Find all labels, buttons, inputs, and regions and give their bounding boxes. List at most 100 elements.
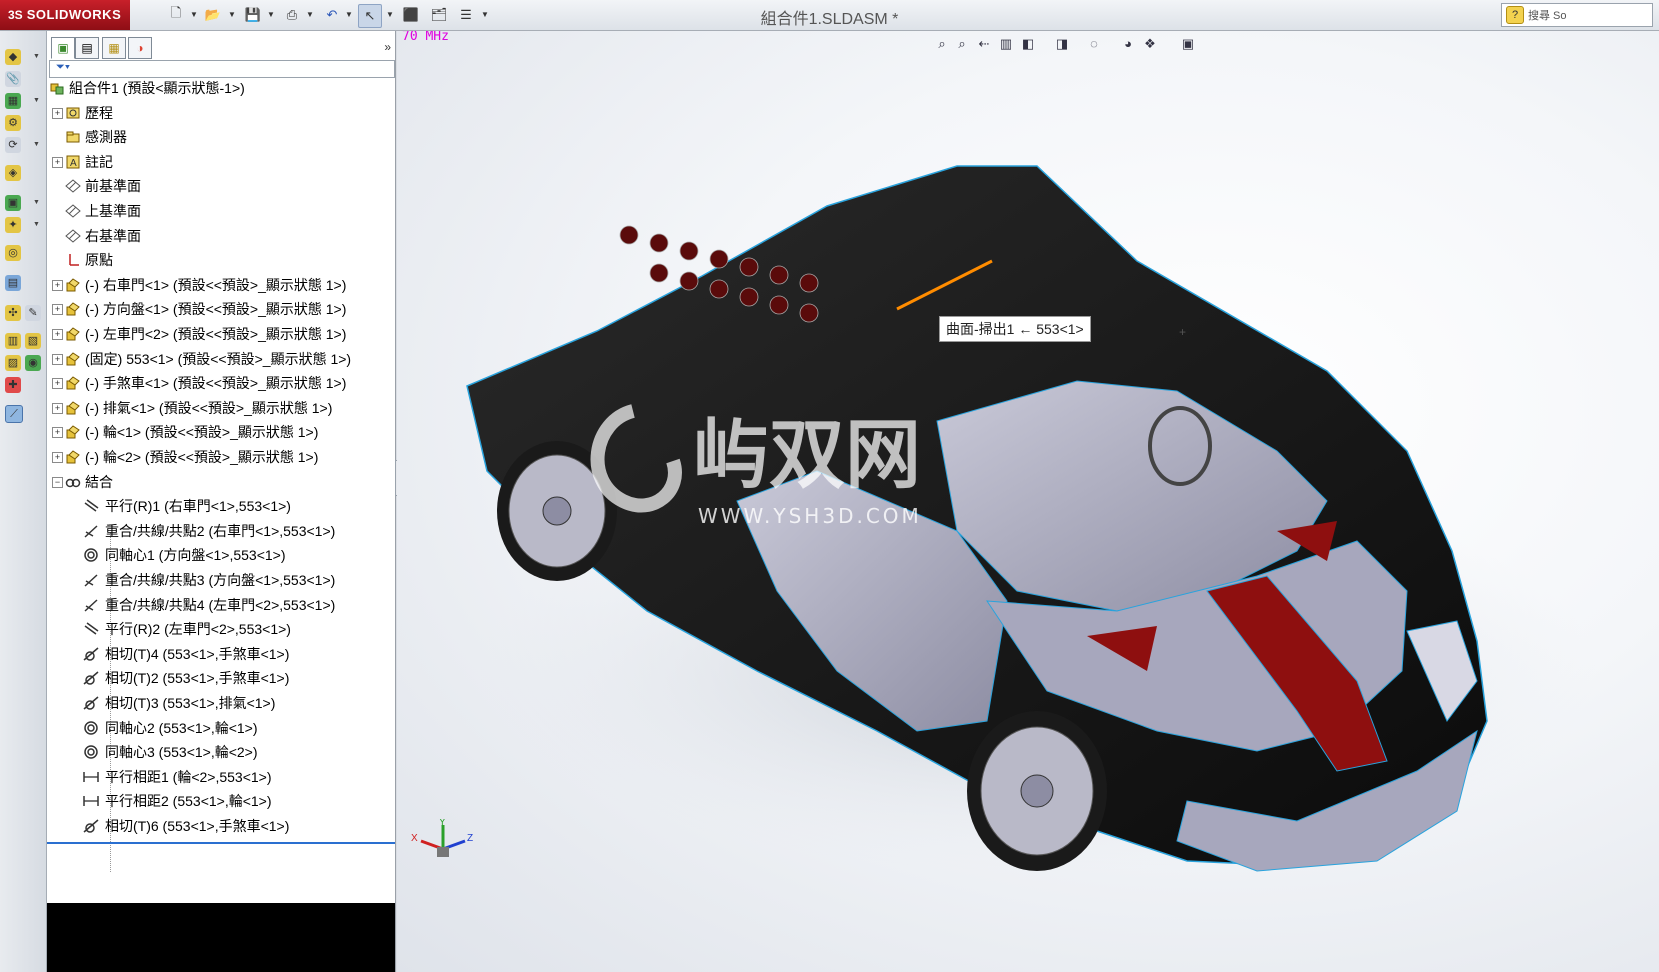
tree-item-label: 結合 xyxy=(85,473,113,490)
hole-alignment-icon[interactable]: ▨ xyxy=(5,355,21,371)
bill-of-materials-icon[interactable]: ▤ xyxy=(5,275,21,291)
tab-property-manager[interactable]: ▤ xyxy=(75,37,99,59)
tab-display-manager[interactable]: ◑ xyxy=(128,37,152,59)
instant3d-icon[interactable]: ◉ xyxy=(25,355,41,371)
open-button[interactable]: 📂 xyxy=(202,4,224,26)
large-assembly-mode-icon[interactable]: ✚ xyxy=(5,377,21,393)
solidworks-logo[interactable]: 3S SOLIDWORKS xyxy=(0,0,130,30)
explode-line-sketch-icon[interactable]: ✎ xyxy=(25,305,41,321)
distance-mate-icon xyxy=(83,793,99,809)
tree-filter-input[interactable]: ⏷▾ xyxy=(49,60,395,78)
chevron-down-icon[interactable]: ▼ xyxy=(33,221,40,228)
chevron-down-icon[interactable]: ▼ xyxy=(190,10,198,19)
collapse-panel-icon[interactable]: » xyxy=(384,40,391,54)
search-input[interactable]: ? 搜尋 So xyxy=(1501,3,1653,27)
part-icon xyxy=(65,301,81,317)
undo-button[interactable]: ↶ xyxy=(321,4,343,26)
clearance-verification-icon[interactable]: ▧ xyxy=(25,333,41,349)
parallel-mate-icon xyxy=(83,621,99,637)
file-properties-button[interactable]: 🗂 xyxy=(428,4,450,26)
expand-toggle-icon[interactable]: + xyxy=(52,107,63,119)
filter-icon: ⏷▾ xyxy=(56,61,71,73)
tree-item-label: 前基準面 xyxy=(85,178,141,195)
part-icon xyxy=(65,375,81,391)
expand-toggle-icon[interactable]: + xyxy=(52,329,63,340)
tree-item-label: 感測器 xyxy=(85,129,127,146)
expand-toggle-icon[interactable]: + xyxy=(52,156,63,168)
mate-item-label: 平行相距2 (553<1>,輪<1>) xyxy=(105,793,272,810)
interference-detection-icon[interactable]: ▥ xyxy=(5,333,21,349)
tangent-mate-icon xyxy=(83,818,99,834)
car-model[interactable] xyxy=(397,31,1659,972)
mate-icon[interactable]: 📎 xyxy=(5,71,21,87)
show-hidden-icon[interactable]: ◈ xyxy=(5,165,21,181)
chevron-down-icon[interactable]: ▼ xyxy=(267,10,275,19)
smart-fasteners-icon[interactable]: ⚙ xyxy=(5,115,21,131)
new-doc-icon: 🗋 xyxy=(170,5,182,20)
origin-icon xyxy=(65,252,81,268)
mates-icon xyxy=(65,474,81,490)
rebuild-icon: ⬛ xyxy=(402,7,420,22)
select-button[interactable]: ↖ xyxy=(358,4,382,28)
distance-mate-icon xyxy=(83,769,99,785)
options-icon: ☰ xyxy=(460,7,472,22)
print-button[interactable]: ⎙ xyxy=(281,4,303,26)
expand-toggle-icon[interactable]: + xyxy=(52,304,63,316)
history-icon xyxy=(65,105,81,121)
tab-feature-manager[interactable]: ▣ xyxy=(51,37,75,59)
feature-manager-panel: ▣ ▤ ▦ ◑ » ⏷▾ 組合件1 (預設<顯示狀態-1>) + 歷程 感測器 + A 註… xyxy=(47,31,396,972)
chevron-down-icon[interactable]: ▼ xyxy=(306,10,314,19)
tangent-mate-icon xyxy=(83,695,99,711)
expand-toggle-icon[interactable]: + xyxy=(52,353,63,365)
collapse-toggle-icon[interactable]: − xyxy=(52,476,63,488)
panel-tabs: ▣ ▤ ▦ ◑ » xyxy=(47,35,395,59)
ds-logo-icon: 3S xyxy=(8,8,23,22)
tree-item-label: (-) 輪<1> (預設<<預設>_顯示狀態 1>) xyxy=(85,424,319,441)
insert-components-icon[interactable]: ◆ xyxy=(5,49,21,65)
expand-toggle-icon[interactable]: + xyxy=(52,452,63,463)
graphics-viewport[interactable]: 70 MHz ⌕ ⌕ ⇠ ▥ ◧ ◨ ◌ ◕ ❖ ▣ 屿双网 WWW.YSH3D… xyxy=(397,31,1659,972)
linear-pattern-icon[interactable]: ▦ xyxy=(5,93,21,109)
exploded-view-icon[interactable]: ✣ xyxy=(5,305,21,321)
chevron-down-icon[interactable]: ▼ xyxy=(33,97,40,104)
new-doc-button[interactable]: 🗋 xyxy=(165,4,187,26)
concentric-mate-icon xyxy=(83,720,99,736)
part-icon xyxy=(65,424,81,440)
chevron-down-icon[interactable]: ▼ xyxy=(386,10,394,19)
new-motion-study-icon[interactable]: ◎ xyxy=(5,245,21,261)
help-icon[interactable]: ? xyxy=(1506,6,1524,24)
expand-toggle-icon[interactable]: + xyxy=(52,279,63,291)
command-manager-strip: ◆ ▼ 📎 ▦ ▼ ⚙ ⟳ ▼ ◈ ▣ ▼ ✦ ▼ ◎ ▤ ✣ ✎ ▥ ▧ ▨ ◉ ✚ ⟋ xyxy=(0,31,47,972)
expand-toggle-icon[interactable]: + xyxy=(52,402,63,414)
assembly-features-icon[interactable]: ▣ xyxy=(5,195,21,211)
mate-item-label: 同軸心2 (553<1>,輪<1>) xyxy=(105,719,258,736)
expand-toggle-icon[interactable]: + xyxy=(52,378,63,390)
tree-item-label: (-) 排氣<1> (預設<<預設>_顯示狀態 1>) xyxy=(85,399,333,416)
rebuild-button[interactable]: ⬛ xyxy=(400,4,422,26)
part-icon xyxy=(65,449,81,465)
mate-item-label: 同軸心1 (方向盤<1>,553<1>) xyxy=(105,547,286,564)
move-component-icon[interactable]: ⟳ xyxy=(5,137,21,153)
tab-configuration-manager[interactable]: ▦ xyxy=(102,37,126,59)
chevron-down-icon[interactable]: ▼ xyxy=(345,10,353,19)
concentric-mate-icon xyxy=(83,547,99,563)
coincident-mate-icon xyxy=(83,523,99,539)
chevron-down-icon[interactable]: ▼ xyxy=(33,199,40,206)
save-button[interactable]: 💾 xyxy=(242,4,264,26)
title-bar: 3S SOLIDWORKS 🗋 ▼ 📂 ▼ 💾 ▼ ⎙ ▼ ↶ ▼ ↖ ▼ ⬛ 🗂… xyxy=(0,0,1659,31)
chevron-down-icon[interactable]: ▼ xyxy=(33,53,40,60)
chevron-down-icon[interactable]: ▼ xyxy=(481,10,489,19)
chevron-down-icon[interactable]: ▼ xyxy=(228,10,236,19)
panel-divider xyxy=(47,842,395,844)
options-button[interactable]: ☰ xyxy=(455,4,477,26)
chevron-down-icon[interactable]: ▼ xyxy=(33,141,40,148)
part-icon xyxy=(65,351,81,367)
search-placeholder: 搜尋 So xyxy=(1528,10,1567,22)
expand-toggle-icon[interactable]: + xyxy=(52,427,63,439)
mate-item-label: 平行(R)1 (右車門<1>,553<1>) xyxy=(105,498,291,515)
tangent-mate-icon xyxy=(83,646,99,662)
sketch-icon[interactable]: ⟋ xyxy=(5,405,23,423)
cursor-crosshair-icon: + xyxy=(1179,325,1187,339)
parallel-mate-icon xyxy=(83,498,99,514)
reference-geometry-icon[interactable]: ✦ xyxy=(5,217,21,233)
